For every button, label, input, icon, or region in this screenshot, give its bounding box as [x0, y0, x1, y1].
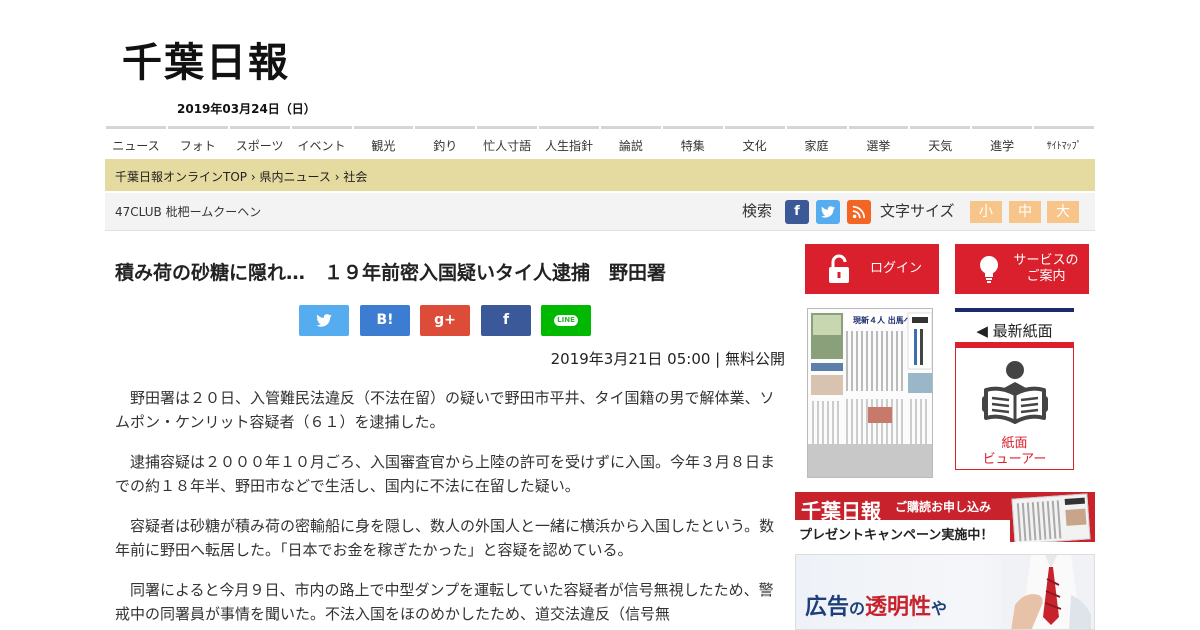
article-paragraph: 同署によると今月９日、市内の路上で中型ダンプを運転していた容疑者が信号無視したた…: [115, 581, 774, 623]
banner-newspaper-image: [1011, 493, 1091, 542]
nav-item-news[interactable]: ニュース: [106, 126, 166, 158]
service-guide-button[interactable]: サービスの ご案内: [955, 244, 1089, 294]
twitter-icon: [316, 314, 332, 327]
nav-item-editorial[interactable]: 論説: [601, 126, 661, 158]
nav-item-election[interactable]: 選挙: [848, 126, 909, 158]
hatena-icon: B!: [376, 312, 394, 328]
ad-transparency-banner[interactable]: 広告の透明性や: [795, 554, 1095, 630]
rss-icon[interactable]: [847, 200, 871, 224]
login-label: ログイン: [869, 261, 922, 276]
nav-item-photo[interactable]: フォト: [167, 126, 228, 158]
share-twitter-button[interactable]: [299, 305, 349, 336]
article-headline: 積み荷の砂糖に隠れ… １９年前密入国疑いタイ人逮捕 野田署: [115, 262, 667, 284]
breadcrumb: 千葉日報オンラインTOP › 県内ニュース › 社会: [105, 159, 1095, 191]
promo-link[interactable]: 47CLUB 枇杷ームクーヘン: [115, 203, 261, 220]
global-nav: ニュース フォト スポーツ イベント 観光 釣り 忙人寸語 人生指針 論説 特集…: [105, 126, 1095, 158]
font-size-small-button[interactable]: 小: [970, 201, 1002, 223]
newspaper-reader-icon: [982, 361, 1048, 424]
twitter-icon[interactable]: [816, 200, 840, 224]
lightbulb-icon: [980, 256, 998, 283]
banner-campaign-text: プレゼントキャンペーン実施中！: [799, 528, 994, 542]
font-size-label: 文字サイズ: [880, 202, 955, 220]
nav-item-sports[interactable]: スポーツ: [229, 126, 290, 158]
share-facebook-button[interactable]: f: [481, 305, 531, 336]
nav-item-column[interactable]: 忙人寸語: [477, 126, 538, 158]
breadcrumb-top[interactable]: 千葉日報オンラインTOP: [115, 170, 247, 184]
login-button[interactable]: ログイン: [805, 244, 939, 294]
paper-viewer-button[interactable]: 紙面 ビューアー: [955, 342, 1074, 470]
search-link[interactable]: 検索: [742, 200, 772, 221]
line-icon: LINE: [554, 314, 578, 326]
service-guide-label: サービスの ご案内: [1013, 253, 1079, 284]
nav-item-weather[interactable]: 天気: [910, 126, 971, 158]
ad-banner-text: 広告の透明性や: [805, 595, 948, 620]
font-size-large-button[interactable]: 大: [1047, 201, 1079, 223]
share-hatena-button[interactable]: B!: [360, 305, 410, 336]
nav-item-education[interactable]: 進学: [972, 126, 1033, 158]
nav-item-features[interactable]: 特集: [662, 126, 723, 158]
nav-item-tourism[interactable]: 観光: [353, 126, 414, 158]
paper-viewer-label: 紙面 ビューアー: [982, 436, 1047, 467]
banner-subscribe-text: ご購読お申し込み: [895, 500, 992, 514]
utility-bar: 47CLUB 枇杷ームクーヘン 検索 f 文字サイズ 小 中 大: [105, 193, 1095, 231]
breadcrumb-separator: ›: [250, 170, 256, 184]
article-paragraph: 野田署は２０日、入管難民法違反（不法在留）の疑いで野田市平井、タイ国籍の男で解体…: [115, 389, 775, 431]
nav-item-events[interactable]: イベント: [291, 126, 352, 158]
lock-icon: [829, 254, 849, 283]
article-paragraph: 逮捕容疑は２０００年１０月ごろ、入国審査官から上陸の許可を受けずに入国。今年３月…: [115, 453, 776, 495]
breadcrumb-society[interactable]: 社会: [343, 170, 367, 184]
current-date: 2019年03月24日（日）: [177, 102, 316, 116]
latest-paper-link[interactable]: ◀ 最新紙面: [955, 312, 1074, 345]
latest-newspaper-thumbnail[interactable]: 現新４人 出馬へ: [807, 308, 933, 478]
font-size-medium-button[interactable]: 中: [1009, 201, 1041, 223]
nav-item-home[interactable]: 家庭: [786, 126, 847, 158]
breadcrumb-local-news[interactable]: 県内ニュース: [259, 170, 330, 184]
subscription-banner[interactable]: 千葉日報 ご購読お申し込み プレゼントキャンペーン実施中！: [795, 492, 1095, 542]
nav-item-fishing[interactable]: 釣り: [415, 126, 476, 158]
google-plus-icon: g+: [434, 312, 456, 328]
share-gplus-button[interactable]: g+: [420, 305, 470, 336]
facebook-icon: f: [502, 312, 510, 328]
breadcrumb-separator: ›: [334, 170, 340, 184]
site-logo[interactable]: 千葉日報: [122, 30, 290, 88]
nav-item-sitemap[interactable]: ｻｲﾄﾏｯﾌﾟ: [1034, 126, 1094, 158]
share-line-button[interactable]: LINE: [541, 305, 591, 336]
latest-paper-section: ◀ 最新紙面: [955, 308, 1074, 345]
article-paragraph: 容疑者は砂糖が積み荷の密輸船に身を隠し、数人の外国人と一緒に横浜から入国したとい…: [115, 517, 775, 559]
nav-item-life-guide[interactable]: 人生指針: [539, 126, 599, 158]
publish-info: 2019年3月21日 05:00 | 無料公開: [550, 350, 785, 368]
ad-person-image: [1001, 555, 1094, 629]
nav-item-culture[interactable]: 文化: [724, 126, 785, 158]
thumbnail-headline: 現新４人 出馬へ: [853, 315, 912, 325]
article-body: 野田署は２０日、入管難民法違反（不法在留）の疑いで野田市平井、タイ国籍の男で解体…: [115, 386, 785, 630]
facebook-icon[interactable]: f: [785, 200, 809, 224]
